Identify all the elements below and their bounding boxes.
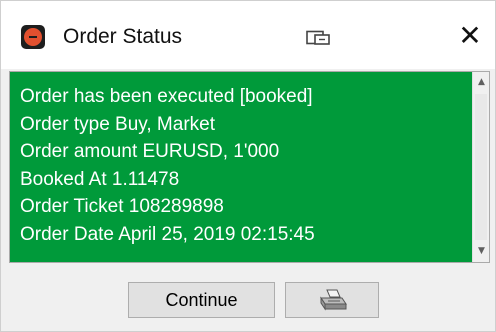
message-line: Booked At 1.11478 [20,168,180,190]
window-title: Order Status [63,25,183,48]
message-line: Order amount EURUSD, 1'000 [20,141,280,162]
scroll-track[interactable] [475,94,487,240]
app-logo-icon [21,25,45,49]
order-message-text: Order has been executed [booked] Order t… [10,72,472,262]
scroll-down-arrow-icon[interactable]: ▼ [473,243,490,260]
message-line: Order Date April 25, 2019 02:15:45 [20,223,315,245]
message-line: Order Ticket 108289898 [20,196,224,217]
message-line: Order has been executed [booked] [20,86,313,107]
message-frame: Order has been executed [booked] Order t… [9,71,490,263]
close-button[interactable]: ✕ [453,19,487,53]
continue-button[interactable]: Continue [128,282,275,318]
printer-icon [320,289,347,311]
restore-window-icon[interactable] [306,30,332,46]
title-bar: Order Status ✕ [1,1,495,69]
order-status-dialog: Order Status ✕ Order has been executed [… [0,0,496,332]
vertical-scrollbar[interactable]: ▲ ▼ [472,72,489,262]
message-line: Order type Buy, Market [20,113,215,135]
print-button[interactable] [285,282,379,318]
scroll-up-arrow-icon[interactable]: ▲ [473,74,490,91]
